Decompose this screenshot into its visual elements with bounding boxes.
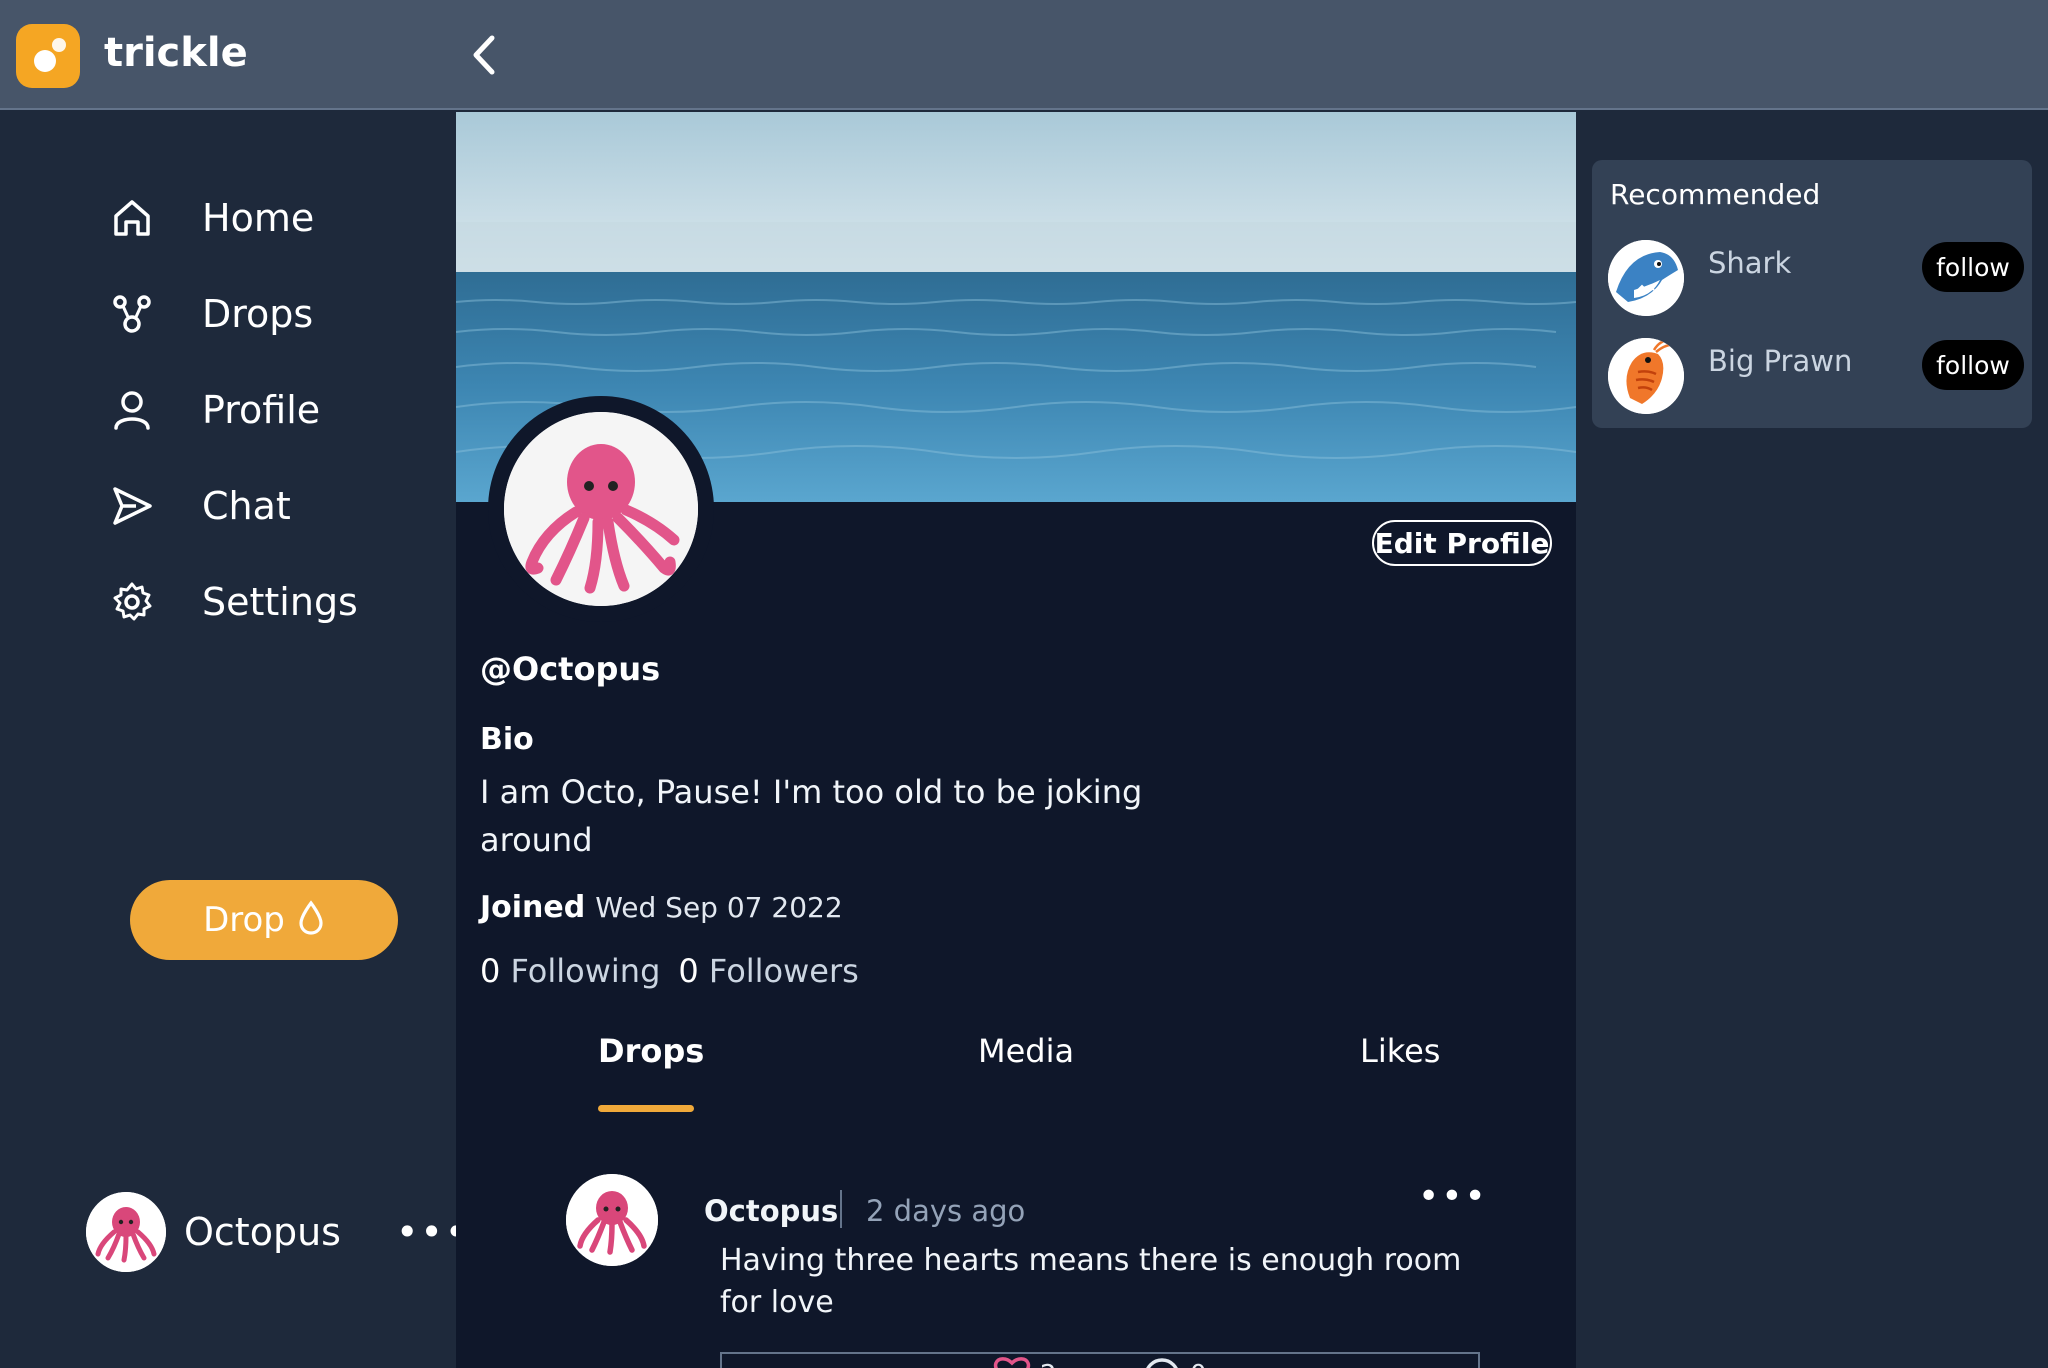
more-options-icon[interactable]: ••• (1418, 1176, 1488, 1217)
post-actions: 2 0 (720, 1352, 1480, 1368)
app-name[interactable]: trickle (104, 30, 248, 76)
list-item: Big Prawn follow (1608, 338, 2024, 418)
sidebar-item-label: Chat (202, 484, 291, 528)
home-icon (108, 194, 156, 242)
followers-link[interactable]: 0 Followers (678, 952, 858, 990)
list-item: Octopus 2 days ago ••• Having three hear… (456, 1160, 1576, 1368)
recommended-title: Recommended (1610, 178, 1821, 211)
follow-stats: 0 Following 0 Followers (480, 952, 859, 990)
drop-button[interactable]: Drop (130, 880, 398, 960)
follow-button[interactable]: follow (1922, 242, 2024, 292)
profile-tabs: Drops Media Likes (456, 1032, 1576, 1112)
water-drop-icon (297, 900, 325, 940)
following-link[interactable]: 0 Following (480, 952, 660, 990)
drops-icon (108, 290, 156, 338)
sidebar-item-label: Drops (202, 292, 314, 336)
recommended-card: Recommended Shark follow Big Prawn follo… (1592, 160, 2032, 428)
sidebar-item-drops[interactable]: Drops (108, 284, 313, 344)
right-panel: Recommended Shark follow Big Prawn follo… (1576, 112, 2048, 1368)
like-count: 2 (1040, 1360, 1057, 1368)
avatar[interactable] (566, 1174, 658, 1266)
joined-info: Joined Wed Sep 07 2022 (480, 890, 843, 925)
current-user-name: Octopus (184, 1210, 341, 1254)
gear-icon (108, 578, 156, 626)
comment-icon (1142, 1356, 1182, 1368)
heart-icon (992, 1356, 1032, 1368)
list-item: Shark follow (1608, 240, 2024, 320)
send-icon (108, 482, 156, 530)
post-timestamp: 2 days ago (866, 1194, 1026, 1228)
sidebar-item-label: Profile (202, 388, 321, 432)
sidebar-item-label: Settings (202, 580, 358, 624)
recommended-user-name[interactable]: Big Prawn (1708, 344, 1852, 378)
sidebar-item-label: Home (202, 196, 315, 240)
follow-button[interactable]: follow (1922, 340, 2024, 390)
sidebar-item-settings[interactable]: Settings (108, 572, 358, 632)
current-user[interactable]: Octopus ••• (86, 1190, 467, 1274)
top-bar: trickle (0, 0, 2048, 110)
sidebar-item-profile[interactable]: Profile (108, 380, 320, 440)
recommended-user-name[interactable]: Shark (1708, 246, 1791, 280)
tab-likes[interactable]: Likes (1360, 1032, 1440, 1070)
sidebar-item-home[interactable]: Home (108, 188, 314, 248)
joined-label: Joined (480, 890, 586, 925)
profile-avatar (488, 396, 714, 622)
post-text: Having three hearts means there is enoug… (720, 1243, 1462, 1320)
avatar (86, 1192, 166, 1272)
profile-handle: @Octopus (480, 650, 661, 688)
edit-profile-button[interactable]: Edit Profile (1372, 520, 1552, 566)
divider (840, 1190, 842, 1228)
active-tab-indicator (598, 1105, 694, 1112)
joined-date: Wed Sep 07 2022 (595, 891, 843, 924)
post-author[interactable]: Octopus (704, 1194, 838, 1228)
avatar[interactable] (1608, 338, 1684, 414)
bio-label: Bio (480, 722, 534, 757)
profile-main: Edit Profile @Octopus Bio I am Octo, Pau… (456, 112, 1576, 1368)
drop-button-label: Drop (203, 900, 285, 940)
trickle-logo-icon[interactable] (16, 24, 80, 88)
bio-text: I am Octo, Pause! I'm too old to be joki… (480, 773, 1143, 859)
user-icon (108, 386, 156, 434)
tab-media[interactable]: Media (978, 1032, 1074, 1070)
sidebar: Home Drops Profile Chat Settings Drop Oc… (0, 112, 467, 1368)
comment-count: 0 (1190, 1360, 1207, 1368)
like-button[interactable]: 2 (992, 1356, 1057, 1368)
avatar[interactable] (1608, 240, 1684, 316)
back-arrow-icon[interactable] (462, 30, 506, 80)
comment-button[interactable]: 0 (1142, 1356, 1207, 1368)
tab-drops[interactable]: Drops (598, 1032, 704, 1070)
sidebar-item-chat[interactable]: Chat (108, 476, 291, 536)
